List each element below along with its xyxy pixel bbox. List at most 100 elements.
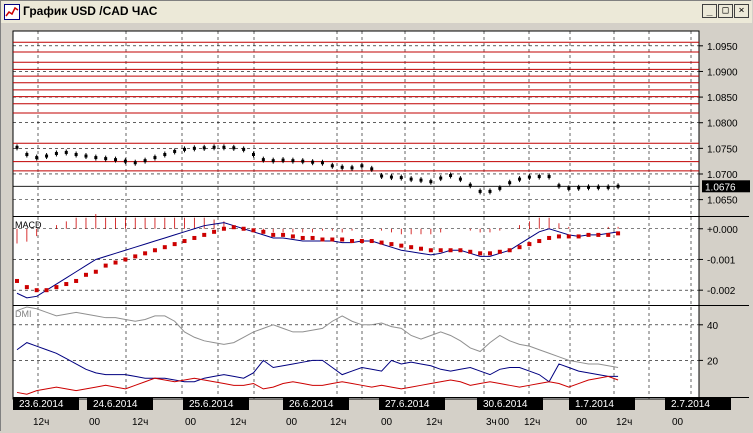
price-candle-body (330, 164, 334, 168)
price-tick-label: 1.0800 (707, 119, 738, 130)
macd-signal-point (527, 242, 532, 247)
price-candle-body (606, 185, 610, 189)
date-label: 27.6.2014 (385, 399, 430, 410)
macd-signal-point (606, 232, 611, 237)
price-candle-body (84, 154, 88, 158)
price-candle-body (468, 183, 472, 187)
macd-signal-point (281, 232, 286, 237)
date-label: 25.6.2014 (189, 399, 234, 410)
title-bar[interactable]: График USD /CAD ЧАС _ □ × (1, 1, 752, 24)
macd-signal-point (113, 260, 118, 265)
macd-signal-point (556, 234, 561, 239)
minimize-icon: _ (706, 5, 713, 16)
macd-signal-point (419, 246, 423, 251)
price-candle-body (508, 181, 512, 185)
price-candle-body (271, 159, 275, 163)
macd-signal-point (517, 245, 522, 250)
macd-signal-point (399, 243, 404, 248)
hour-label: 00 (498, 417, 510, 428)
price-candle-body (64, 150, 68, 154)
price-candle-body (212, 145, 216, 149)
macd-tick-label: -0.001 (707, 255, 736, 266)
hour-label: 00 (89, 417, 101, 428)
macd-signal-point (162, 245, 167, 250)
price-tick-label: 1.0700 (707, 170, 738, 181)
price-candle-body (74, 153, 78, 157)
price-candle-body (616, 184, 620, 188)
macd-signal-point (172, 242, 177, 247)
macd-signal-point (143, 251, 148, 256)
price-candle-body (54, 151, 58, 155)
macd-signal-point (34, 288, 39, 293)
price-candle-body (409, 177, 413, 181)
price-candle-body (488, 189, 492, 193)
date-label: 23.6.2014 (19, 399, 64, 410)
macd-signal-point (320, 237, 325, 242)
current-price-label: 1.0676 (705, 182, 736, 193)
macd-signal-point (547, 235, 552, 240)
macd-signal-point (566, 234, 571, 239)
macd-signal-point (487, 251, 492, 256)
price-candle-body (419, 178, 423, 182)
price-candle-body (389, 175, 393, 179)
hour-label: 12ч (616, 417, 632, 428)
price-candle-body (173, 149, 177, 153)
macd-tick-label: -0.002 (707, 286, 736, 297)
price-tick-label: 1.0650 (707, 196, 738, 207)
macd-signal-point (537, 239, 542, 244)
macd-signal-point (15, 278, 19, 283)
minimize-button[interactable]: _ (702, 4, 717, 18)
price-candle-body (567, 186, 571, 190)
hour-label: 00 (185, 417, 197, 428)
hour-label: 00 (576, 417, 588, 428)
price-candle-body (360, 164, 364, 168)
dmi-tick-label: 40 (707, 321, 719, 332)
price-candle-body (537, 175, 541, 179)
price-candle-body (547, 175, 551, 179)
price-candle-body (399, 176, 403, 180)
macd-signal-point (212, 229, 217, 234)
price-candle-body (429, 180, 433, 184)
price-candle-body (291, 159, 295, 163)
macd-signal-point (221, 226, 226, 231)
price-candle-body (311, 160, 315, 164)
macd-signal-point (389, 242, 394, 247)
macd-signal-point (300, 235, 305, 240)
close-button[interactable]: × (734, 4, 749, 18)
hour-label: 00 (381, 417, 393, 428)
hour-label: 12ч (132, 417, 148, 428)
macd-signal-point (586, 232, 591, 237)
macd-signal-point (478, 251, 483, 256)
date-label: 24.6.2014 (93, 399, 138, 410)
price-candle-body (222, 145, 226, 149)
price-candle-body (163, 153, 167, 157)
price-candle-body (242, 147, 246, 151)
macd-signal-point (576, 234, 581, 239)
hour-label: 00 (672, 417, 684, 428)
maximize-button[interactable]: □ (718, 4, 733, 18)
price-candle-body (320, 161, 324, 165)
macd-signal-point (379, 240, 384, 245)
chart-canvas[interactable]: 1.09501.09001.08501.08001.07501.07001.06… (1, 23, 752, 431)
macd-signal-point (192, 235, 197, 240)
macd-signal-point (24, 285, 29, 290)
price-candle-body (133, 161, 137, 165)
price-candle-body (143, 159, 147, 163)
macd-signal-point (448, 248, 453, 253)
macd-signal-point (616, 231, 621, 236)
date-label: 1.7.2014 (575, 399, 614, 410)
price-candle-body (94, 156, 98, 160)
price-tick-label: 1.0950 (707, 42, 738, 53)
macd-signal-point (241, 226, 246, 231)
macd-signal-point (507, 248, 512, 253)
macd-signal-point (330, 237, 335, 242)
date-label: 30.6.2014 (483, 399, 528, 410)
price-tick-label: 1.0750 (707, 144, 738, 155)
macd-signal-point (182, 239, 187, 244)
macd-signal-point (261, 229, 266, 234)
price-candle-body (498, 186, 502, 190)
price-candle-body (527, 175, 531, 179)
hour-label: 12ч (524, 417, 540, 428)
price-candle-body (577, 186, 581, 190)
price-candle-body (439, 176, 443, 180)
